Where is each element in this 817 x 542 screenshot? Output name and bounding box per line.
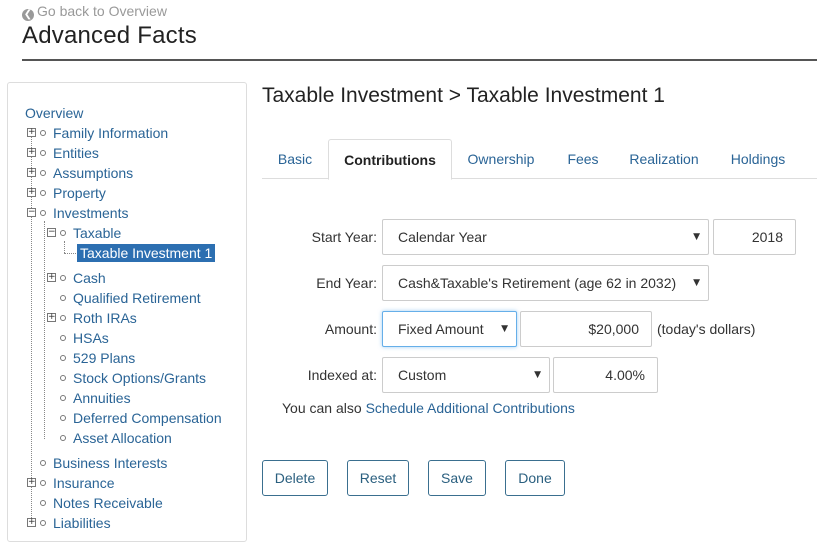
amount-input[interactable]: $20,000 bbox=[520, 311, 652, 347]
caret-down-icon: ▼ bbox=[693, 232, 700, 242]
collapse-icon[interactable]: − bbox=[47, 228, 56, 237]
tree-item-hsas[interactable]: HSAs bbox=[60, 329, 109, 347]
delete-button[interactable]: Delete bbox=[262, 460, 328, 496]
tree-item-taxable-investment-1[interactable]: Taxable Investment 1 bbox=[77, 244, 216, 262]
indexed-rate-input[interactable]: 4.00% bbox=[553, 357, 658, 393]
tree-item-cash[interactable]: + Cash bbox=[47, 269, 106, 287]
tree-item-stock-options[interactable]: Stock Options/Grants bbox=[60, 369, 206, 387]
navigation-tree: Overview + Family Information + Entities +… bbox=[7, 82, 247, 542]
done-button[interactable]: Done bbox=[505, 460, 565, 496]
node-dot-icon bbox=[40, 210, 46, 216]
node-dot-icon bbox=[60, 275, 66, 281]
tree-item-deferred-compensation[interactable]: Deferred Compensation bbox=[60, 409, 222, 427]
caret-down-icon: ▼ bbox=[693, 278, 700, 288]
node-dot-icon bbox=[40, 190, 46, 196]
start-year-select[interactable]: Calendar Year ▼ bbox=[382, 219, 709, 255]
back-to-overview-link[interactable]: ❮ Go back to Overview bbox=[22, 3, 167, 21]
page-title: Advanced Facts bbox=[22, 22, 197, 49]
node-dot-icon bbox=[40, 500, 46, 506]
tab-realization[interactable]: Realization bbox=[616, 139, 712, 179]
expand-icon[interactable]: + bbox=[27, 188, 36, 197]
tree-item-notes-receivable[interactable]: Notes Receivable bbox=[40, 494, 163, 512]
caret-down-icon: ▼ bbox=[501, 324, 508, 334]
node-dot-icon bbox=[40, 150, 46, 156]
expand-icon[interactable]: + bbox=[47, 273, 56, 282]
tree-item-qualified-retirement[interactable]: Qualified Retirement bbox=[60, 289, 201, 307]
end-year-label: End Year: bbox=[316, 275, 377, 291]
tree-item-liabilities[interactable]: + Liabilities bbox=[27, 514, 111, 532]
indexed-at-select-value: Custom bbox=[398, 367, 447, 383]
tree-item-business-interests[interactable]: Business Interests bbox=[40, 454, 167, 472]
expand-icon[interactable]: + bbox=[27, 148, 36, 157]
tree-item-annuities[interactable]: Annuities bbox=[60, 389, 131, 407]
node-dot-icon bbox=[40, 130, 46, 136]
node-dot-icon bbox=[60, 415, 66, 421]
tab-contributions[interactable]: Contributions bbox=[328, 139, 452, 180]
expand-icon[interactable]: + bbox=[27, 168, 36, 177]
start-year-label: Start Year: bbox=[311, 229, 377, 245]
tab-basic[interactable]: Basic bbox=[262, 139, 328, 179]
start-year-select-value: Calendar Year bbox=[398, 229, 487, 245]
node-dot-icon bbox=[40, 460, 46, 466]
tree-item-taxable[interactable]: − Taxable bbox=[47, 224, 121, 242]
tree-item-family-information[interactable]: + Family Information bbox=[27, 124, 168, 142]
collapse-icon[interactable]: − bbox=[27, 208, 36, 217]
indexed-at-select[interactable]: Custom ▼ bbox=[382, 357, 550, 393]
additional-contributions-prefix: You can also bbox=[282, 400, 362, 416]
expand-icon[interactable]: + bbox=[27, 518, 36, 527]
indexed-at-label: Indexed at: bbox=[307, 367, 377, 383]
amount-units-note: (today's dollars) bbox=[657, 321, 756, 337]
reset-button[interactable]: Reset bbox=[347, 460, 409, 496]
tab-holdings[interactable]: Holdings bbox=[714, 139, 802, 179]
node-dot-icon bbox=[40, 170, 46, 176]
tree-item-roth-iras[interactable]: + Roth IRAs bbox=[47, 309, 137, 327]
node-dot-icon bbox=[60, 435, 66, 441]
title-divider bbox=[22, 59, 817, 61]
amount-type-select-value: Fixed Amount bbox=[398, 321, 484, 337]
caret-down-icon: ▼ bbox=[534, 370, 541, 380]
expand-icon[interactable]: + bbox=[27, 128, 36, 137]
node-dot-icon bbox=[40, 480, 46, 486]
node-dot-icon bbox=[60, 230, 66, 236]
node-dot-icon bbox=[60, 335, 66, 341]
node-dot-icon bbox=[60, 295, 66, 301]
schedule-additional-contributions-link[interactable]: Schedule Additional Contributions bbox=[366, 400, 575, 416]
tree-item-insurance[interactable]: + Insurance bbox=[27, 474, 114, 492]
tree-item-entities[interactable]: + Entities bbox=[27, 144, 99, 162]
tree-item-investments[interactable]: − Investments bbox=[27, 204, 128, 222]
save-button[interactable]: Save bbox=[428, 460, 486, 496]
tree-guide-line bbox=[64, 253, 78, 254]
amount-label: Amount: bbox=[324, 321, 377, 337]
node-dot-icon bbox=[40, 520, 46, 526]
node-dot-icon bbox=[60, 355, 66, 361]
end-year-select[interactable]: Cash&Taxable's Retirement (age 62 in 203… bbox=[382, 265, 709, 301]
tab-ownership[interactable]: Ownership bbox=[452, 139, 550, 179]
expand-icon[interactable]: + bbox=[47, 313, 56, 322]
tree-guide-line bbox=[44, 221, 45, 439]
expand-icon[interactable]: + bbox=[27, 478, 36, 487]
tree-item-529-plans[interactable]: 529 Plans bbox=[60, 349, 135, 367]
back-link-label: Go back to Overview bbox=[37, 3, 167, 19]
node-dot-icon bbox=[60, 395, 66, 401]
start-year-input[interactable]: 2018 bbox=[713, 219, 796, 255]
section-heading: Taxable Investment > Taxable Investment … bbox=[262, 84, 665, 107]
additional-contributions-text: You can also Schedule Additional Contrib… bbox=[282, 400, 575, 416]
tree-item-overview[interactable]: Overview bbox=[25, 104, 83, 122]
end-year-select-value: Cash&Taxable's Retirement (age 62 in 203… bbox=[398, 275, 677, 291]
tree-guide-line bbox=[64, 241, 65, 253]
arrow-left-circle-icon: ❮ bbox=[22, 9, 34, 21]
amount-type-select[interactable]: Fixed Amount ▼ bbox=[382, 311, 517, 347]
node-dot-icon bbox=[60, 315, 66, 321]
tab-bar: Basic Contributions Ownership Fees Reali… bbox=[262, 139, 817, 180]
tree-item-assumptions[interactable]: + Assumptions bbox=[27, 164, 133, 182]
node-dot-icon bbox=[60, 375, 66, 381]
tab-fees[interactable]: Fees bbox=[552, 139, 614, 179]
tree-item-property[interactable]: + Property bbox=[27, 184, 106, 202]
tree-item-asset-allocation[interactable]: Asset Allocation bbox=[60, 429, 172, 447]
